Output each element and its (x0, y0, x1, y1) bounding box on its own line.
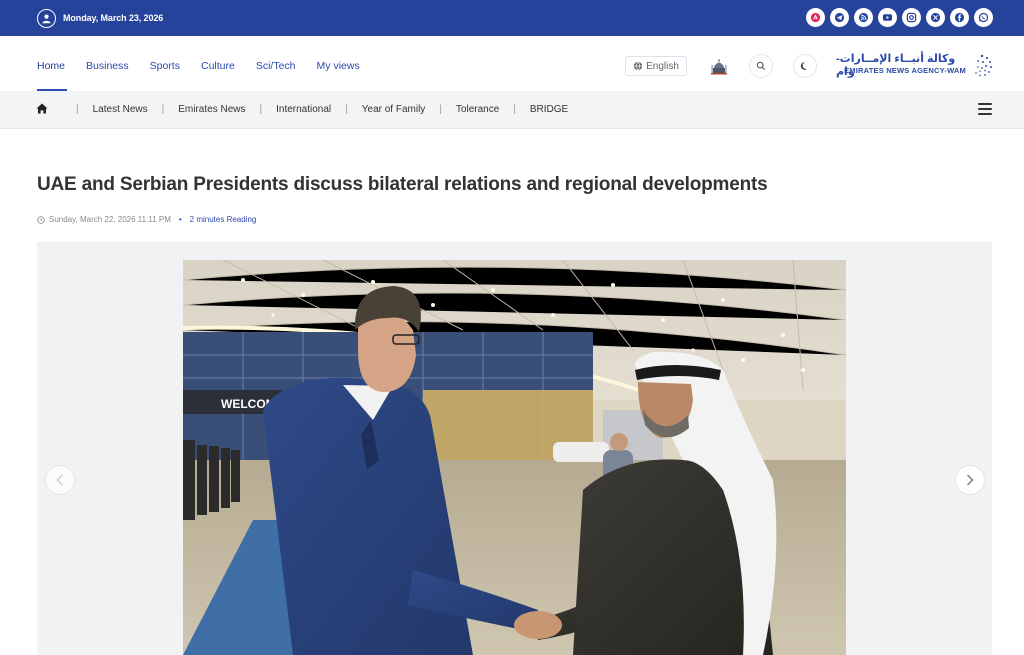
article-meta: Sunday, March 22, 2026 11:11 PM • 2 minu… (37, 215, 256, 224)
article-title: UAE and Serbian Presidents discuss bilat… (37, 174, 768, 195)
app-store-icon[interactable] (806, 8, 825, 27)
subnav-item-year-of-family[interactable]: Year of Family (362, 104, 426, 115)
x-icon[interactable] (926, 8, 945, 27)
article-photo: WELCOME TO AB (183, 260, 846, 655)
menu-icon[interactable] (978, 103, 992, 115)
home-icon[interactable] (36, 103, 48, 114)
current-date: Monday, March 23, 2026 (63, 13, 164, 23)
mosque-icon[interactable] (710, 58, 728, 76)
nav-item-my-views[interactable]: My views (317, 60, 360, 72)
globe-icon (633, 61, 643, 71)
social-links (806, 8, 993, 27)
subnav-item-latest-news[interactable]: Latest News (93, 104, 148, 115)
moon-icon (800, 62, 808, 70)
search-icon (756, 61, 766, 71)
chevron-left-icon (56, 474, 63, 486)
rss-icon[interactable] (854, 8, 873, 27)
whatsapp-icon[interactable] (974, 8, 993, 27)
subnav-item-emirates-news[interactable]: Emirates News (178, 104, 245, 115)
instagram-icon[interactable] (902, 8, 921, 27)
telegram-icon[interactable] (830, 8, 849, 27)
language-switcher[interactable]: English (625, 56, 687, 76)
facebook-icon[interactable] (950, 8, 969, 27)
nav-item-business[interactable]: Business (86, 60, 129, 72)
user-icon[interactable] (37, 8, 56, 28)
subnav-item-international[interactable]: International (276, 104, 331, 115)
clock-icon (37, 215, 45, 224)
main-navigation: Home Business Sports Culture Sci/Tech My… (0, 36, 1024, 91)
subnav-item-bridge[interactable]: BRIDGE (530, 104, 568, 115)
wam-logo[interactable]: وكالة أنبــاء الإمــارات- وام EMIRATES N… (836, 52, 996, 80)
dark-mode-toggle[interactable] (793, 54, 817, 78)
language-label: English (646, 60, 679, 72)
nav-item-sports[interactable]: Sports (150, 60, 180, 72)
reading-time: 2 minutes Reading (189, 215, 257, 224)
secondary-navigation: | Latest News | Emirates News | Internat… (0, 91, 1024, 129)
top-bar: Monday, March 23, 2026 (0, 0, 1024, 36)
nav-item-home[interactable]: Home (37, 60, 68, 91)
youtube-icon[interactable] (878, 8, 897, 27)
subnav-item-tolerance[interactable]: Tolerance (456, 104, 499, 115)
article-datetime: Sunday, March 22, 2026 11:11 PM (49, 215, 171, 224)
nav-item-scitech[interactable]: Sci/Tech (256, 60, 296, 72)
wam-emblem-icon (975, 54, 992, 77)
logo-english-text: EMIRATES NEWS AGENCY-WAM (844, 66, 966, 75)
search-button[interactable] (749, 54, 773, 78)
gallery-prev-button[interactable] (45, 465, 75, 495)
nav-item-culture[interactable]: Culture (201, 60, 235, 72)
photo-gallery: WELCOME TO AB (37, 242, 992, 655)
chevron-right-icon (967, 474, 974, 486)
gallery-next-button[interactable] (955, 465, 985, 495)
